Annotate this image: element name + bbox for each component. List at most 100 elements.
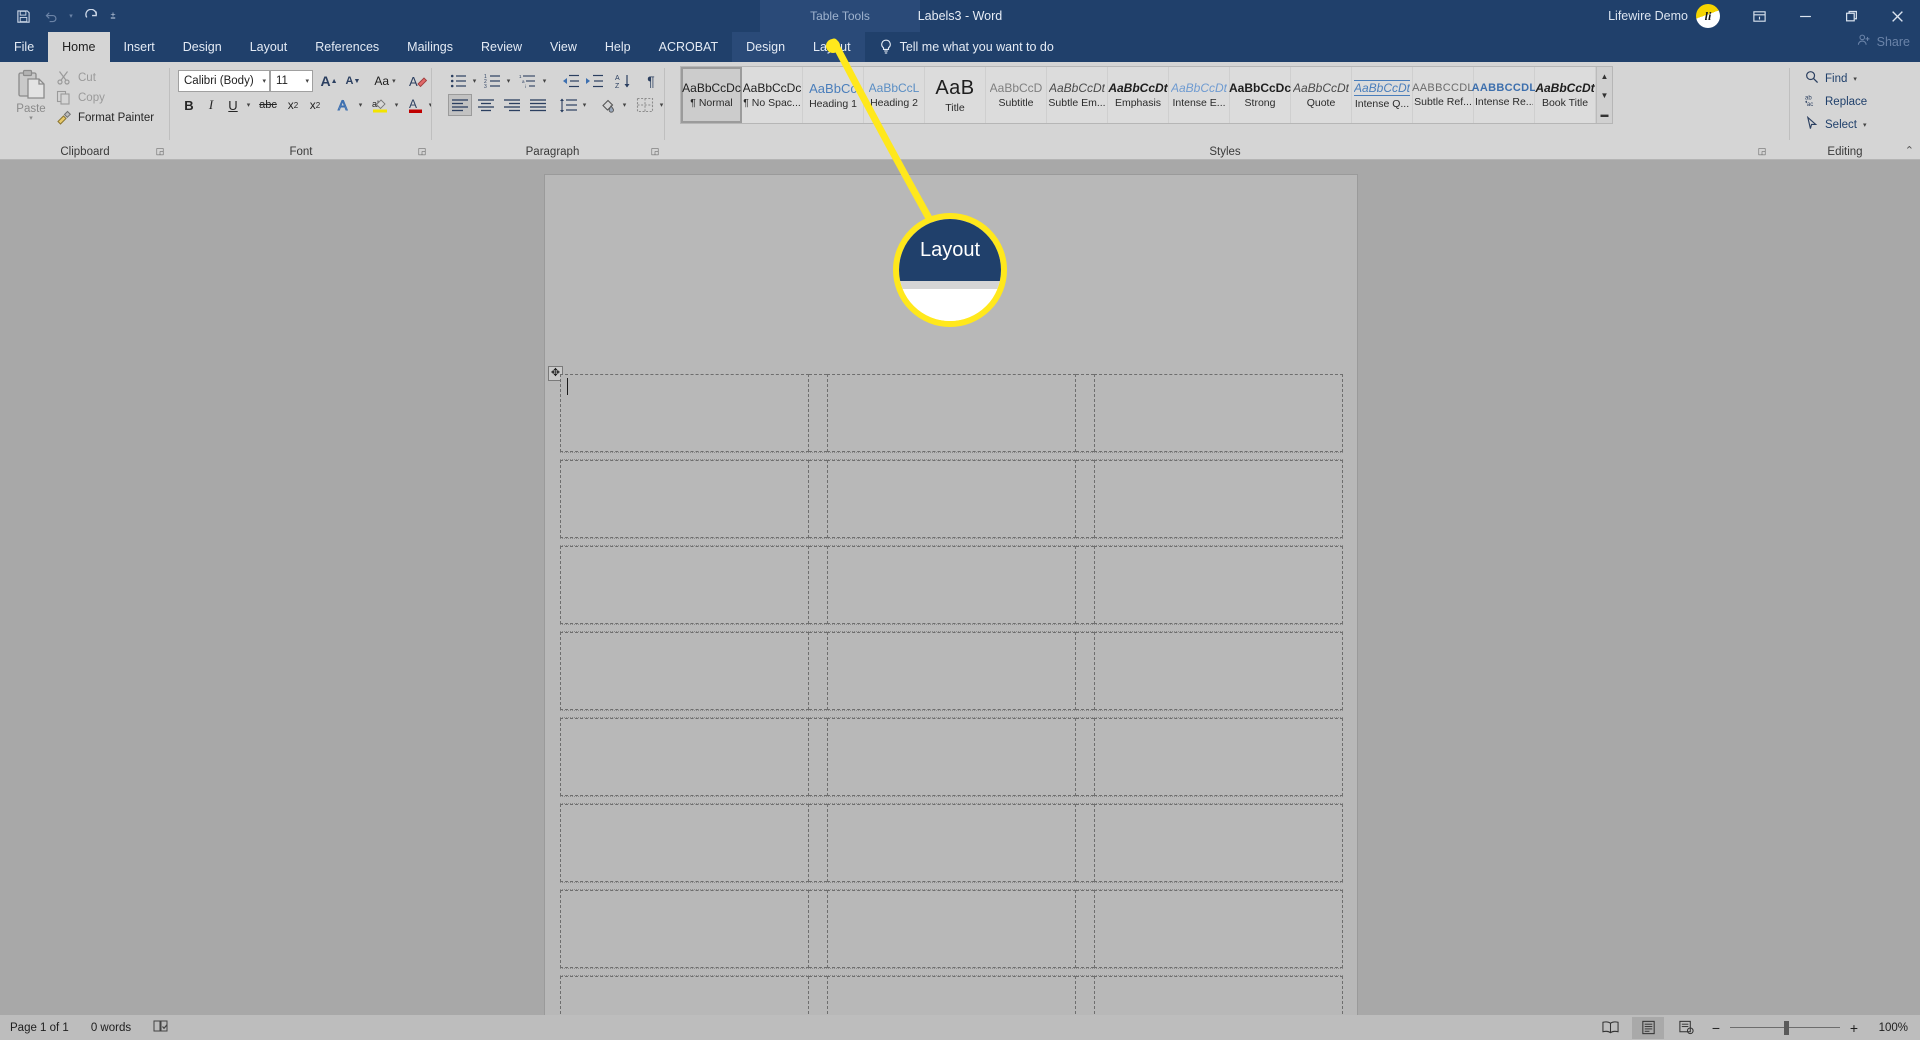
sort-button[interactable]: AZ bbox=[612, 70, 636, 92]
label-cell[interactable] bbox=[827, 976, 1076, 1015]
styles-gallery[interactable]: AaBbCcDc ¶ Normal AaBbCcDc ¶ No Spac... AaBb… bbox=[680, 66, 1613, 124]
style-item-intense-re[interactable]: AABBCCDL Intense Re... bbox=[1472, 67, 1536, 123]
tab-layout[interactable]: Layout bbox=[236, 32, 302, 62]
print-layout-button[interactable] bbox=[1632, 1016, 1664, 1039]
restore-button[interactable] bbox=[1828, 0, 1874, 32]
align-right-button[interactable] bbox=[500, 94, 524, 116]
close-button[interactable] bbox=[1874, 0, 1920, 32]
shading-button[interactable] bbox=[596, 94, 620, 116]
label-cell[interactable] bbox=[1094, 804, 1343, 882]
tab-acrobat[interactable]: ACROBAT bbox=[645, 32, 733, 62]
select-dropdown-icon[interactable]: ▾ bbox=[1863, 121, 1867, 129]
bullets-dropdown-icon[interactable]: ▾ bbox=[469, 70, 480, 92]
tell-me-box[interactable]: Tell me what you want to do bbox=[865, 32, 1064, 62]
increase-indent-button[interactable] bbox=[582, 70, 606, 92]
label-cell[interactable] bbox=[827, 718, 1076, 796]
label-cell[interactable] bbox=[560, 546, 809, 624]
label-cell[interactable] bbox=[1094, 718, 1343, 796]
style-item-subtitle[interactable]: AaBbCcD Subtitle bbox=[986, 67, 1047, 123]
tab-design[interactable]: Design bbox=[169, 32, 236, 62]
word-count[interactable]: 0 words bbox=[91, 1022, 131, 1034]
style-item-heading-2[interactable]: AaBbCcL Heading 2 bbox=[864, 67, 925, 123]
align-center-button[interactable] bbox=[474, 94, 498, 116]
table-row[interactable] bbox=[560, 374, 1343, 452]
shading-dropdown-icon[interactable]: ▾ bbox=[619, 94, 630, 116]
proofing-errors-icon[interactable] bbox=[153, 1019, 169, 1036]
style-item-intense-q[interactable]: AaBbCcDt Intense Q... bbox=[1352, 67, 1413, 123]
multilevel-list-button[interactable]: 1ai bbox=[516, 70, 540, 92]
label-cell[interactable] bbox=[1094, 460, 1343, 538]
zoom-level[interactable]: 100% bbox=[1868, 1022, 1908, 1034]
style-item-intense-e[interactable]: AaBbCcDt Intense E... bbox=[1169, 67, 1230, 123]
minimize-button[interactable] bbox=[1782, 0, 1828, 32]
share-button[interactable]: Share bbox=[1857, 33, 1910, 50]
line-spacing-button[interactable] bbox=[556, 94, 580, 116]
style-item-heading-1[interactable]: AaBbCc Heading 1 bbox=[803, 67, 864, 123]
bullets-button[interactable] bbox=[448, 70, 470, 92]
undo-dropdown-icon[interactable]: ▾ bbox=[66, 4, 76, 28]
save-icon[interactable] bbox=[10, 4, 36, 28]
label-cell[interactable] bbox=[827, 890, 1076, 968]
replace-button[interactable]: ab ac Replace bbox=[1805, 93, 1867, 110]
borders-dropdown-icon[interactable]: ▾ bbox=[656, 94, 667, 116]
table-row[interactable] bbox=[560, 804, 1343, 882]
tab-table-tools-design[interactable]: Design bbox=[732, 32, 800, 62]
web-layout-button[interactable] bbox=[1670, 1017, 1702, 1039]
decrease-indent-button[interactable] bbox=[558, 70, 582, 92]
zoom-in-button[interactable]: + bbox=[1846, 1020, 1862, 1036]
find-dropdown-icon[interactable]: ▾ bbox=[1853, 75, 1857, 83]
label-cell[interactable] bbox=[560, 804, 809, 882]
read-mode-button[interactable] bbox=[1594, 1017, 1626, 1039]
redo-icon[interactable] bbox=[78, 4, 104, 28]
zoom-out-button[interactable]: − bbox=[1708, 1020, 1724, 1036]
table-row[interactable] bbox=[560, 546, 1343, 624]
line-spacing-dropdown-icon[interactable]: ▾ bbox=[579, 94, 590, 116]
table-row[interactable] bbox=[560, 890, 1343, 968]
tab-file[interactable]: File bbox=[0, 32, 48, 62]
undo-icon[interactable] bbox=[38, 4, 64, 28]
ribbon-display-options-icon[interactable] bbox=[1736, 0, 1782, 32]
numbering-button[interactable]: 123 bbox=[482, 70, 504, 92]
paragraph-dialog-launcher[interactable]: ◲ bbox=[649, 145, 661, 157]
style-item-quote[interactable]: AaBbCcDt Quote bbox=[1291, 67, 1352, 123]
table-row[interactable] bbox=[560, 460, 1343, 538]
table-row[interactable] bbox=[560, 632, 1343, 710]
customize-qat-icon[interactable]: ⩲ bbox=[106, 4, 120, 28]
label-cell[interactable] bbox=[1094, 546, 1343, 624]
styles-scroll-down-button[interactable]: ▼ bbox=[1597, 86, 1612, 104]
borders-button[interactable] bbox=[633, 94, 657, 116]
tab-review[interactable]: Review bbox=[467, 32, 536, 62]
label-cell[interactable] bbox=[1094, 374, 1343, 452]
zoom-slider-thumb[interactable] bbox=[1784, 1020, 1789, 1035]
style-item-subtle-ref[interactable]: AABBCCDL Subtle Ref... bbox=[1412, 67, 1474, 123]
styles-dialog-launcher[interactable]: ◲ bbox=[1756, 145, 1768, 157]
select-button[interactable]: Select ▾ bbox=[1805, 115, 1867, 133]
label-cell[interactable] bbox=[560, 460, 809, 538]
account-area[interactable]: Lifewire Demo li bbox=[1608, 4, 1720, 28]
label-table[interactable] bbox=[560, 374, 1343, 1015]
tab-insert[interactable]: Insert bbox=[110, 32, 169, 62]
show-marks-button[interactable]: ¶ bbox=[640, 70, 662, 92]
label-cell[interactable] bbox=[560, 976, 809, 1015]
collapse-ribbon-button[interactable]: ⌃ bbox=[1905, 144, 1914, 157]
page-indicator[interactable]: Page 1 of 1 bbox=[10, 1022, 69, 1034]
justify-button[interactable] bbox=[526, 94, 550, 116]
label-cell[interactable] bbox=[560, 632, 809, 710]
tab-help[interactable]: Help bbox=[591, 32, 645, 62]
multilevel-list-dropdown-icon[interactable]: ▾ bbox=[539, 70, 550, 92]
zoom-slider[interactable] bbox=[1730, 1020, 1840, 1035]
tab-references[interactable]: References bbox=[301, 32, 393, 62]
label-cell[interactable] bbox=[827, 546, 1076, 624]
label-cell[interactable] bbox=[560, 718, 809, 796]
style-item-title[interactable]: AaB Title bbox=[925, 67, 986, 123]
table-row[interactable] bbox=[560, 718, 1343, 796]
table-row[interactable] bbox=[560, 976, 1343, 1015]
style-item--no-spac[interactable]: AaBbCcDc ¶ No Spac... bbox=[742, 67, 803, 123]
styles-scroll-up-button[interactable]: ▲ bbox=[1597, 67, 1612, 85]
tab-home[interactable]: Home bbox=[48, 32, 110, 62]
label-cell[interactable] bbox=[827, 460, 1076, 538]
styles-more-button[interactable]: ▬ bbox=[1597, 105, 1612, 123]
label-cell[interactable] bbox=[560, 374, 809, 452]
label-cell[interactable] bbox=[560, 890, 809, 968]
align-left-button[interactable] bbox=[448, 94, 472, 116]
